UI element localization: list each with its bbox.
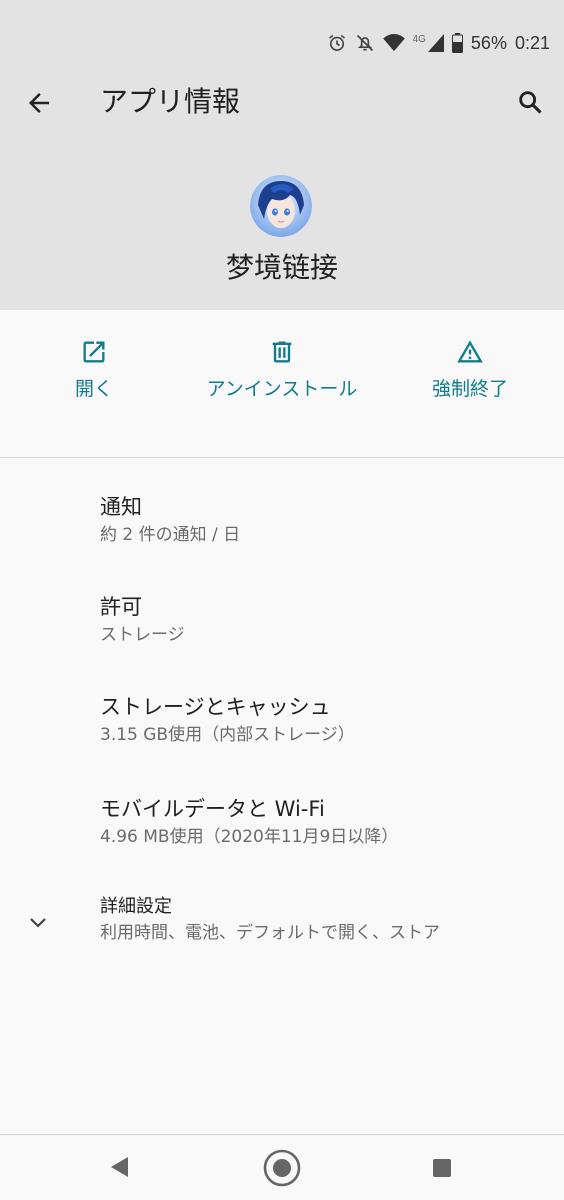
clock: 0:21 (514, 32, 550, 53)
item-title: 詳細設定 (100, 896, 172, 917)
open-in-new-icon (80, 338, 108, 366)
item-title: モバイルデータと Wi-Fi (100, 797, 325, 821)
storage-cache-item[interactable]: ストレージとキャッシュ 3.15 GB使用（内部ストレージ） (0, 672, 564, 772)
advanced-item[interactable]: 詳細設定 利用時間、電池、デフォルトで開く、ストア (0, 874, 564, 974)
alarm-icon (327, 33, 347, 53)
item-subtitle: 4.96 MB使用（2020年11月9日以降） (100, 827, 399, 847)
search-icon[interactable] (516, 88, 544, 116)
nav-home-icon[interactable] (262, 1148, 302, 1188)
navigation-bar (0, 1134, 564, 1200)
app-name: 梦境链接 (225, 251, 338, 284)
permissions-item[interactable]: 許可 ストレージ (0, 572, 564, 672)
status-icons: 4G 56% 0:21 (327, 31, 550, 55)
item-subtitle: ストレージ (100, 625, 185, 645)
notifications-off-icon (355, 33, 375, 53)
force-stop-label: 強制終了 (431, 378, 508, 400)
nav-back-icon[interactable] (108, 1155, 132, 1179)
item-title: 許可 (100, 595, 142, 619)
trash-icon (268, 338, 296, 366)
status-bar: 4G 56% 0:21 (0, 0, 564, 84)
item-subtitle: 約 2 件の通知 / 日 (100, 525, 241, 545)
chevron-down-icon (26, 910, 50, 934)
mobile-data-wifi-item[interactable]: モバイルデータと Wi-Fi 4.96 MB使用（2020年11月9日以降） (0, 774, 564, 874)
notifications-item[interactable]: 通知 約 2 件の通知 / 日 (0, 472, 564, 572)
network-type: 4G (412, 33, 426, 45)
back-arrow-icon[interactable] (24, 88, 54, 118)
battery-percent: 56% (470, 32, 507, 53)
open-button[interactable]: 開く (0, 310, 188, 458)
open-label: 開く (74, 378, 113, 400)
uninstall-label: アンインストール (206, 378, 358, 400)
app-header: 4G 56% 0:21 アプリ情報 梦境链接 (0, 0, 564, 310)
item-title: ストレージとキャッシュ (100, 695, 331, 719)
warning-icon (456, 338, 484, 366)
battery-icon (451, 33, 463, 53)
page-title: アプリ情報 (100, 85, 241, 118)
uninstall-button[interactable]: アンインストール (188, 310, 376, 458)
wifi-icon (382, 34, 405, 52)
item-subtitle: 3.15 GB使用（内部ストレージ） (100, 725, 355, 745)
app-actions: 開く アンインストール 強制終了 (0, 310, 564, 458)
force-stop-button[interactable]: 強制終了 (376, 310, 564, 458)
signal-icon (427, 34, 444, 52)
nav-recents-icon[interactable] (432, 1158, 452, 1178)
item-subtitle: 利用時間、電池、デフォルトで開く、ストア (100, 923, 440, 943)
item-title: 通知 (100, 495, 142, 519)
app-icon (250, 175, 312, 237)
